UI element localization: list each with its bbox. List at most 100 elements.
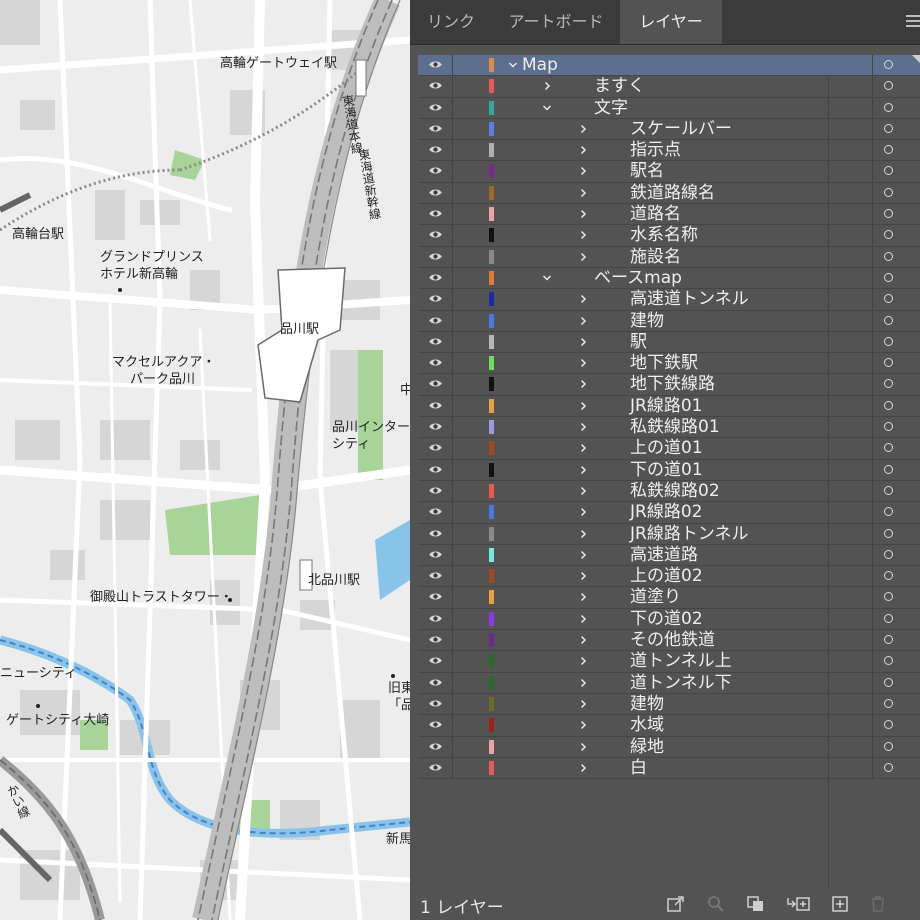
lock-toggle-cell[interactable]	[452, 544, 453, 565]
target-circle-icon[interactable]	[884, 315, 893, 325]
lock-toggle-cell[interactable]	[452, 331, 453, 352]
lock-toggle-cell[interactable]	[452, 566, 453, 587]
lock-toggle-cell[interactable]	[452, 289, 453, 310]
eye-icon[interactable]	[428, 486, 443, 495]
eye-icon[interactable]	[428, 209, 443, 218]
layer-row[interactable]: 指示点	[418, 140, 920, 162]
layer-row[interactable]: 高速道路	[418, 544, 920, 567]
eye-icon[interactable]	[428, 103, 443, 112]
chevron-right-icon[interactable]	[578, 166, 588, 176]
layer-row[interactable]: 文字	[418, 97, 920, 119]
chevron-right-icon[interactable]	[578, 592, 588, 602]
lock-toggle-cell[interactable]	[452, 715, 453, 736]
lock-toggle-cell[interactable]	[452, 693, 453, 714]
lock-toggle-cell[interactable]	[452, 267, 453, 288]
layer-list[interactable]: Map ますく 文字 スケールバー 指示点 駅名 鉄道路線名 道路名 水系名称 施設名 ベースmap…	[418, 55, 920, 780]
layer-row[interactable]: 道トンネル下	[418, 672, 920, 694]
clip-mask-icon[interactable]	[746, 895, 766, 913]
lock-toggle-cell[interactable]	[452, 204, 453, 225]
lock-toggle-cell[interactable]	[452, 395, 453, 416]
chevron-right-icon[interactable]	[578, 358, 588, 368]
lock-toggle-cell[interactable]	[452, 182, 453, 203]
lock-toggle-cell[interactable]	[452, 76, 453, 97]
target-circle-icon[interactable]	[884, 400, 893, 410]
lock-toggle-cell[interactable]	[452, 97, 453, 118]
eye-icon[interactable]	[428, 401, 443, 410]
eye-icon[interactable]	[428, 230, 443, 239]
target-circle-icon[interactable]	[884, 571, 893, 581]
lock-toggle-cell[interactable]	[452, 225, 453, 246]
eye-icon[interactable]	[428, 720, 443, 729]
target-circle-icon[interactable]	[884, 123, 893, 133]
chevron-right-icon[interactable]	[578, 699, 588, 709]
eye-icon[interactable]	[428, 294, 443, 303]
target-circle-icon[interactable]	[884, 272, 893, 282]
lock-toggle-cell[interactable]	[452, 480, 453, 501]
lock-toggle-cell[interactable]	[452, 608, 453, 629]
chevron-right-icon[interactable]	[578, 379, 588, 389]
chevron-right-icon[interactable]	[578, 294, 588, 304]
target-circle-icon[interactable]	[884, 698, 893, 708]
lock-toggle-cell[interactable]	[452, 651, 453, 672]
lock-toggle-cell[interactable]	[452, 736, 453, 757]
layer-row[interactable]: 下の道02	[418, 608, 920, 631]
target-circle-icon[interactable]	[884, 613, 893, 623]
layer-row[interactable]: 駅名	[418, 161, 920, 183]
lock-toggle-cell[interactable]	[452, 353, 453, 374]
eye-icon[interactable]	[428, 550, 443, 559]
lock-toggle-cell[interactable]	[452, 310, 453, 331]
eye-icon[interactable]	[428, 614, 443, 623]
target-circle-icon[interactable]	[884, 145, 893, 155]
chevron-down-icon[interactable]	[542, 103, 552, 113]
layer-row[interactable]: ますく	[418, 76, 920, 98]
layer-row[interactable]: 道路名	[418, 204, 920, 226]
target-circle-icon[interactable]	[884, 549, 893, 559]
layer-row[interactable]: 駅	[418, 331, 920, 354]
eye-icon[interactable]	[428, 465, 443, 474]
eye-icon[interactable]	[428, 273, 443, 282]
tab-layers[interactable]: レイヤー	[620, 0, 722, 44]
chevron-right-icon[interactable]	[578, 678, 588, 688]
layer-row[interactable]: 地下鉄駅	[418, 353, 920, 375]
tab-artboards[interactable]: アートボード	[492, 0, 620, 44]
layer-row[interactable]: 高速道トンネル	[418, 289, 920, 311]
chevron-right-icon[interactable]	[578, 486, 588, 496]
target-circle-icon[interactable]	[884, 656, 893, 666]
layer-row[interactable]: Map	[418, 55, 920, 77]
tab-links[interactable]: リンク	[410, 0, 492, 44]
eye-icon[interactable]	[428, 316, 443, 325]
eye-icon[interactable]	[428, 252, 443, 261]
chevron-right-icon[interactable]	[578, 316, 588, 326]
lock-toggle-cell[interactable]	[452, 757, 453, 778]
layer-row[interactable]: 建物	[418, 693, 920, 716]
lock-toggle-cell[interactable]	[452, 523, 453, 544]
chevron-right-icon[interactable]	[578, 529, 588, 539]
target-circle-icon[interactable]	[884, 464, 893, 474]
new-layer-icon[interactable]	[830, 895, 850, 913]
chevron-right-icon[interactable]	[578, 507, 588, 517]
target-circle-icon[interactable]	[884, 635, 893, 645]
chevron-down-icon[interactable]	[508, 60, 518, 70]
lock-toggle-cell[interactable]	[452, 55, 453, 75]
search-icon[interactable]	[706, 895, 726, 913]
eye-icon[interactable]	[428, 763, 443, 772]
chevron-right-icon[interactable]	[578, 401, 588, 411]
target-circle-icon[interactable]	[884, 60, 893, 69]
target-circle-icon[interactable]	[884, 294, 893, 304]
layer-row[interactable]: 施設名	[418, 246, 920, 268]
chevron-right-icon[interactable]	[578, 124, 588, 134]
target-circle-icon[interactable]	[884, 592, 893, 602]
target-circle-icon[interactable]	[884, 528, 893, 538]
eye-icon[interactable]	[428, 145, 443, 154]
layer-row[interactable]: 建物	[418, 310, 920, 332]
target-circle-icon[interactable]	[884, 358, 893, 368]
chevron-right-icon[interactable]	[578, 422, 588, 432]
chevron-right-icon[interactable]	[578, 742, 588, 752]
lock-toggle-cell[interactable]	[452, 417, 453, 438]
lock-toggle-cell[interactable]	[452, 587, 453, 608]
eye-icon[interactable]	[428, 81, 443, 90]
target-circle-icon[interactable]	[884, 187, 893, 197]
eye-icon[interactable]	[428, 166, 443, 175]
eye-icon[interactable]	[428, 337, 443, 346]
eye-icon[interactable]	[428, 742, 443, 751]
